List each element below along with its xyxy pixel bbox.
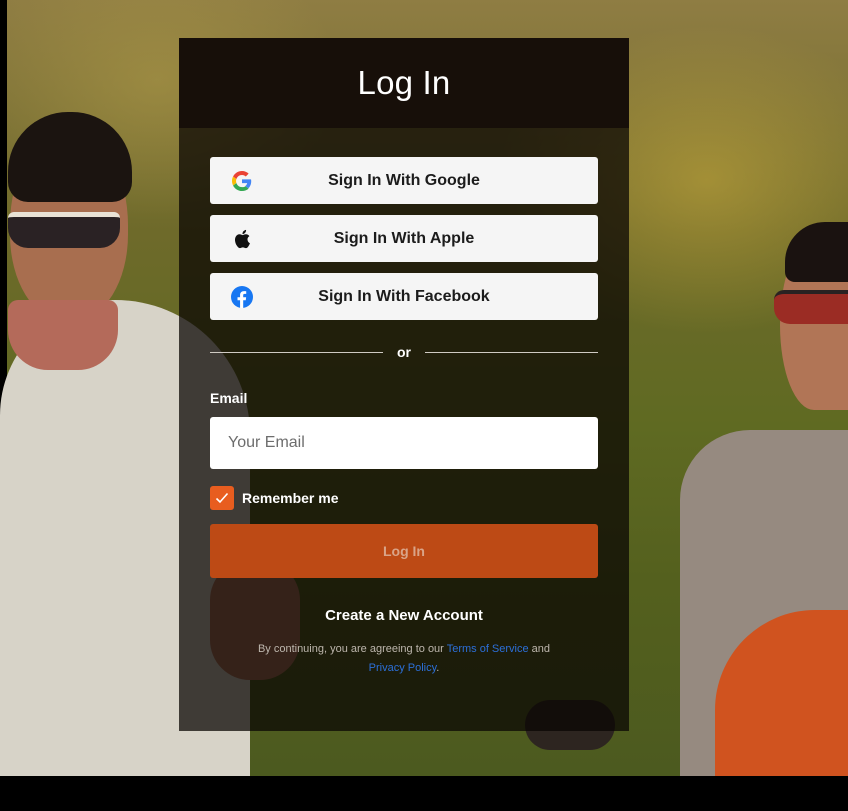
email-label: Email bbox=[210, 390, 248, 406]
apple-signin-label: Sign In With Apple bbox=[333, 229, 475, 247]
create-account-link[interactable]: Create a New Account bbox=[210, 607, 598, 624]
facebook-icon bbox=[230, 285, 254, 309]
email-field[interactable] bbox=[210, 417, 598, 469]
apple-icon bbox=[230, 227, 254, 251]
checkbox-checked[interactable] bbox=[210, 486, 234, 510]
divider-line-right bbox=[425, 351, 598, 353]
divider-text: or bbox=[397, 344, 411, 360]
person-left-scarf bbox=[8, 300, 118, 370]
terms-notice: By continuing, you are agreeing to our T… bbox=[210, 640, 598, 678]
facebook-signin-label: Sign In With Facebook bbox=[318, 287, 490, 305]
page-title: Log In bbox=[357, 64, 451, 101]
google-signin-label: Sign In With Google bbox=[328, 171, 480, 189]
terms-middle: and bbox=[528, 643, 551, 655]
divider-line-left bbox=[210, 351, 383, 353]
terms-prefix: By continuing, you are agreeing to our bbox=[257, 643, 447, 655]
person-left-sunglasses bbox=[8, 212, 120, 248]
checkmark-icon bbox=[215, 492, 229, 504]
facebook-signin-button[interactable]: Sign In With Facebook bbox=[210, 273, 598, 320]
bottom-bar bbox=[0, 776, 848, 811]
remember-me-label: Remember me bbox=[242, 490, 339, 506]
terms-suffix: . bbox=[436, 662, 440, 674]
login-button-label: Log In bbox=[383, 543, 425, 559]
google-signin-button[interactable]: Sign In With Google bbox=[210, 157, 598, 204]
panel-body: Sign In With Google Sign In With Apple S… bbox=[179, 128, 629, 678]
or-divider: or bbox=[210, 344, 598, 360]
login-button[interactable]: Log In bbox=[210, 524, 598, 578]
remember-me-checkbox[interactable]: Remember me bbox=[210, 486, 598, 510]
google-icon bbox=[230, 169, 254, 193]
privacy-policy-link[interactable]: Privacy Policy bbox=[369, 662, 437, 674]
login-panel: Log In Sign In With Google Sign In With … bbox=[179, 38, 629, 731]
apple-signin-button[interactable]: Sign In With Apple bbox=[210, 215, 598, 262]
panel-header: Log In bbox=[179, 38, 629, 128]
terms-of-service-link[interactable]: Terms of Service bbox=[447, 643, 529, 655]
person-right-sunglasses bbox=[774, 290, 848, 324]
